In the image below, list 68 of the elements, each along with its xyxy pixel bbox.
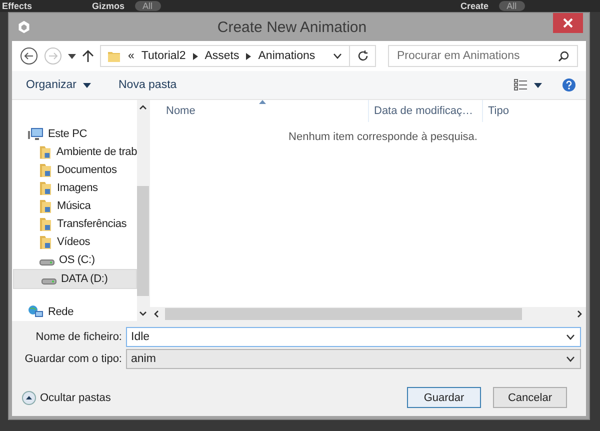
recent-caret-icon[interactable] [68, 54, 76, 58]
chevron-down-icon[interactable] [333, 53, 342, 59]
dialog-button[interactable]: Guardar [407, 387, 481, 408]
editor-menu[interactable]: Create [460, 0, 489, 12]
window-title: Create New Animation [216, 18, 368, 36]
file-type-dropdown[interactable]: anim [126, 349, 581, 369]
editor-menu[interactable]: Gizmos [92, 0, 125, 12]
sidebar-item[interactable]: Rede [12, 303, 137, 321]
scroll-right-icon[interactable] [577, 310, 582, 318]
folder-icon [107, 49, 121, 63]
breadcrumb[interactable]: Tutorial2 [141, 50, 186, 62]
collapse-icon [22, 390, 36, 404]
filename-field[interactable]: Idle [126, 327, 581, 347]
help-icon[interactable] [562, 78, 576, 92]
folder-icon [39, 162, 53, 178]
folder-icon [39, 216, 53, 232]
sidebar-item[interactable]: Documentos [12, 161, 137, 179]
folder-icon [39, 144, 52, 160]
sidebar-item[interactable]: Transferências [12, 215, 137, 233]
breadcrumb[interactable]: Assets [204, 50, 240, 62]
scroll-left-icon[interactable] [154, 310, 159, 318]
caret-icon[interactable] [534, 82, 542, 88]
dialog-button[interactable]: Cancelar [493, 387, 567, 408]
chevron-right-icon [246, 52, 252, 60]
hide-folders-button[interactable]: Ocultar pastas [22, 390, 111, 404]
sidebar-item[interactable]: Este PC [12, 125, 137, 143]
chevron-down-icon [566, 334, 575, 340]
chevron-down-icon [566, 356, 575, 362]
sort-arrow-icon [259, 100, 266, 104]
search-field[interactable]: Procurar em Animations [388, 45, 578, 67]
close-icon [563, 18, 573, 28]
sidebar-item[interactable]: Ambiente de trab [12, 143, 137, 161]
folder-icon [39, 198, 53, 214]
caret-icon [82, 82, 90, 88]
sidebar-item[interactable]: OS (C:) [12, 251, 137, 269]
breadcrumb-overflow[interactable]: « [128, 50, 134, 62]
scroll-down-icon[interactable] [139, 311, 147, 316]
close-button[interactable] [553, 13, 583, 33]
editor-menu[interactable]: Effects [2, 0, 32, 12]
view-options-icon[interactable] [514, 79, 528, 91]
search-icon [558, 50, 569, 62]
refresh-icon[interactable] [357, 50, 369, 62]
column-header[interactable]: Tipo [483, 100, 515, 122]
vertical-scrollbar[interactable] [137, 100, 149, 321]
sidebar-item[interactable]: Imagens [12, 179, 137, 197]
horizontal-scrollbar[interactable] [150, 307, 586, 321]
scroll-thumb[interactable] [165, 308, 522, 320]
address-bar[interactable]: « Tutorial2 Assets Animations [100, 45, 376, 67]
sidebar-item[interactable]: DATA (D:) [13, 269, 137, 289]
breadcrumb[interactable]: Animations [258, 50, 316, 62]
folder-icon [39, 234, 53, 250]
chevron-right-icon [192, 52, 198, 60]
scroll-up-icon[interactable] [139, 105, 147, 110]
sidebar-item[interactable]: Vídeos [12, 233, 137, 251]
back-button[interactable] [20, 47, 38, 65]
toolbar-button[interactable]: Nova pasta [114, 77, 181, 93]
field-label: Guardar com o tipo: [24, 353, 122, 365]
network-icon [28, 305, 44, 319]
toolbar-button[interactable]: Organizar [22, 77, 94, 93]
field-label: Nome de ficheiro: [34, 331, 122, 343]
column-header[interactable]: Nome [150, 100, 369, 122]
up-arrow-icon[interactable] [82, 49, 94, 63]
sidebar-item[interactable]: Música [12, 197, 137, 215]
scroll-thumb[interactable] [137, 186, 149, 296]
empty-message: Nenhum item corresponde à pesquisa. [288, 131, 478, 143]
column-header[interactable]: Data de modificaç… [369, 100, 483, 122]
folder-icon [39, 180, 53, 196]
computer-icon [28, 127, 44, 141]
